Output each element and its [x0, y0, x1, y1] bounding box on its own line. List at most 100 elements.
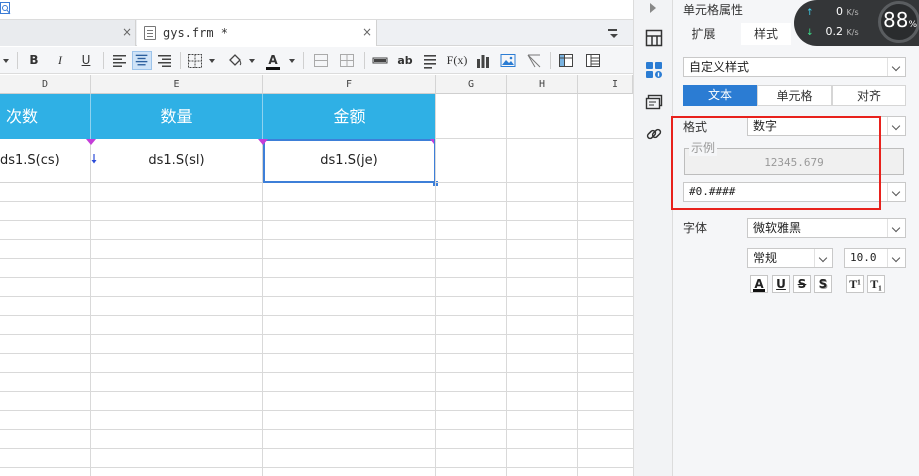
chevron-down-icon[interactable]	[289, 59, 295, 63]
font-family-select[interactable]: 微软雅黑	[747, 218, 906, 238]
header-cell-count[interactable]: 次数	[0, 94, 91, 139]
font-color-button[interactable]: A	[263, 51, 283, 70]
chevron-down-icon[interactable]	[3, 59, 9, 63]
separator	[17, 52, 18, 69]
expand-marker	[86, 139, 96, 145]
close-icon[interactable]: ×	[362, 25, 372, 39]
download-speed: ↓ 0.2 K/s	[806, 25, 859, 38]
data-cell-count[interactable]: ds1.S(cs)	[0, 139, 91, 183]
cpu-percent-value: 88	[882, 8, 909, 32]
text-button[interactable]: ab	[396, 51, 414, 70]
segment-align[interactable]: 对齐	[832, 85, 906, 106]
separator	[103, 52, 104, 69]
align-center-icon[interactable]	[132, 51, 152, 70]
insert-textbox-icon[interactable]	[371, 51, 389, 70]
upload-value: 0	[836, 5, 844, 18]
merge-cell-icon[interactable]	[312, 51, 330, 70]
font-color-swatch	[753, 289, 765, 292]
list-view-icon[interactable]	[584, 51, 602, 70]
grid-row-line	[0, 467, 633, 468]
grid-row-line	[0, 296, 633, 297]
shadow-button[interactable]: S	[814, 275, 832, 293]
superscript-button[interactable]: T¹	[846, 275, 864, 293]
tab-list-icon[interactable]	[606, 26, 620, 40]
grid-row-line	[0, 353, 633, 354]
subscript-button[interactable]: T₁	[867, 275, 885, 293]
chevron-down-icon[interactable]	[814, 249, 832, 267]
font-style-select[interactable]: 常规	[747, 248, 833, 268]
underline-button[interactable]: U	[77, 51, 95, 70]
align-left-icon[interactable]	[111, 51, 129, 70]
separator	[303, 52, 304, 69]
chevron-down-icon[interactable]	[887, 117, 905, 135]
tab-gys-frm[interactable]: gys.frm * ×	[137, 20, 377, 46]
split-cell-icon[interactable]	[338, 51, 356, 70]
column-header-i[interactable]: I	[578, 75, 633, 94]
underline-button[interactable]: U	[772, 275, 790, 293]
report-designer-window: × gys.frm * × B I U A ab F(x) D E F G H …	[0, 0, 919, 476]
header-cell-quantity[interactable]: 数量	[91, 94, 263, 139]
top-strip	[0, 0, 633, 20]
column-header-g[interactable]: G	[436, 75, 507, 94]
image-icon[interactable]	[499, 51, 517, 70]
chevron-down-icon[interactable]	[887, 58, 905, 76]
font-color-swatch	[266, 67, 280, 70]
grid-column-line	[506, 94, 507, 476]
separator	[550, 52, 551, 69]
chevron-down-icon[interactable]	[887, 183, 905, 201]
paragraph-icon[interactable]	[421, 51, 439, 70]
column-header-h[interactable]: H	[507, 75, 578, 94]
data-cell-quantity[interactable]: ds1.S(sl)	[91, 139, 263, 183]
cell-element-icon[interactable]	[645, 61, 663, 79]
tab-style[interactable]: 样式	[741, 23, 791, 45]
bold-button[interactable]: B	[25, 51, 43, 70]
segment-text[interactable]: 文本	[683, 85, 757, 106]
tab-title: gys.frm *	[163, 26, 229, 40]
formula-button[interactable]: F(x)	[446, 51, 468, 70]
column-header-d[interactable]: D	[0, 75, 91, 94]
tab-expand[interactable]: 扩展	[681, 23, 726, 45]
grid-row-line	[436, 182, 633, 183]
grid-row-line	[0, 239, 633, 240]
upload-speed: ↑ 0 K/s	[806, 5, 859, 18]
spreadsheet-grid[interactable]: 次数 数量 金额 ds1.S(cs) ds1.S(sl) ds1.S(je)	[0, 94, 633, 476]
arrow-down-icon: ↓	[806, 28, 814, 38]
grid-row-line	[0, 220, 633, 221]
bar-chart-icon[interactable]	[474, 51, 492, 70]
grid-row-line	[0, 277, 633, 278]
system-monitor-widget[interactable]: ↑ 0 K/s ↓ 0.2 K/s 88%	[794, 0, 919, 46]
grid-row-line	[0, 315, 633, 316]
style-select[interactable]: 自定义样式	[683, 57, 906, 77]
highlight-box	[671, 116, 881, 210]
header-cell-amount[interactable]: 金额	[263, 94, 436, 139]
freeze-pane-icon[interactable]	[557, 51, 575, 70]
font-size-select[interactable]: 10.0	[844, 248, 906, 268]
chevron-down-icon[interactable]	[249, 59, 255, 63]
cpu-percent: 88%	[880, 8, 919, 32]
slash-cell-icon[interactable]	[525, 51, 543, 70]
chevron-down-icon[interactable]	[887, 219, 905, 237]
data-cell-amount[interactable]: ds1.S(je)	[263, 139, 436, 183]
border-icon[interactable]	[186, 51, 204, 70]
column-header-e[interactable]: E	[91, 75, 263, 94]
search-icon[interactable]	[0, 2, 12, 16]
cell-attribute-icon[interactable]	[645, 29, 663, 47]
fill-color-icon[interactable]	[226, 51, 244, 70]
close-icon[interactable]: ×	[122, 25, 132, 39]
italic-button[interactable]: I	[51, 51, 69, 70]
column-header-f[interactable]: F	[263, 75, 436, 94]
link-icon[interactable]	[645, 125, 663, 143]
tab-previous[interactable]: ×	[0, 20, 136, 46]
strikethrough-button[interactable]: S	[793, 275, 811, 293]
align-right-icon[interactable]	[155, 51, 173, 70]
download-value: 0.2	[825, 25, 844, 38]
chevron-down-icon[interactable]	[209, 59, 215, 63]
grid-column-line	[577, 94, 578, 476]
style-select-value: 自定义样式	[689, 60, 750, 74]
font-color-button[interactable]: A	[750, 275, 768, 293]
chevron-down-icon[interactable]	[887, 249, 905, 267]
segment-cell[interactable]: 单元格	[757, 85, 832, 106]
chevron-right-icon[interactable]	[650, 3, 656, 13]
widget-settings-icon[interactable]	[645, 93, 663, 111]
download-unit: K/s	[846, 28, 859, 37]
